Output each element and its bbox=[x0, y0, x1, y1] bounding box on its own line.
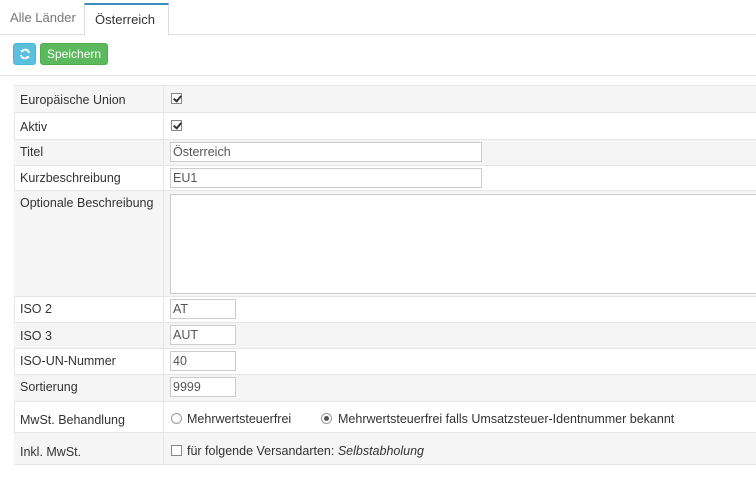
title-label: Titel bbox=[20, 145, 44, 159]
iso3-input[interactable] bbox=[170, 325, 236, 345]
title-value-cell bbox=[163, 140, 482, 165]
vat-option-1-label[interactable]: Mehrwertsteuerfrei bbox=[187, 412, 291, 426]
iso3-label: ISO 3 bbox=[20, 329, 52, 343]
isoun-value-cell bbox=[163, 349, 236, 374]
vat-option-2-radio[interactable] bbox=[321, 413, 332, 424]
isoun-label: ISO-UN-Nummer bbox=[20, 354, 116, 368]
iso-un-number-input[interactable] bbox=[170, 351, 236, 371]
inclvat-text-main: für folgende Versandarten: bbox=[187, 444, 335, 458]
sort-value-cell bbox=[163, 375, 236, 401]
inclvat-label: Inkl. MwSt. bbox=[20, 445, 82, 459]
form-row-vat: MwSt. Behandlung Mehrwertsteuerfrei Mehr… bbox=[14, 402, 756, 433]
form-row-title: Titel bbox=[14, 140, 756, 166]
eu-value-cell bbox=[163, 86, 182, 112]
form-row-desc: Optionale Beschreibung bbox=[14, 191, 756, 297]
vat-label: MwSt. Behandlung bbox=[20, 413, 125, 427]
iso3-value-cell bbox=[163, 323, 236, 348]
short-label: Kurzbeschreibung bbox=[20, 171, 121, 185]
inclvat-checkbox[interactable] bbox=[171, 445, 182, 456]
eu-label: Europäische Union bbox=[20, 93, 126, 107]
inclvat-value-cell: für folgende Versandarten: Selbstabholun… bbox=[163, 433, 424, 464]
desc-label: Optionale Beschreibung bbox=[20, 196, 154, 210]
short-description-input[interactable] bbox=[170, 168, 482, 188]
form-row-sort: Sortierung bbox=[14, 375, 756, 402]
iso2-input[interactable] bbox=[170, 299, 236, 319]
save-button[interactable]: Speichern bbox=[40, 43, 109, 65]
desc-value-cell bbox=[163, 191, 756, 296]
inclvat-text: für folgende Versandarten: Selbstabholun… bbox=[187, 444, 424, 458]
active-label: Aktiv bbox=[20, 120, 48, 134]
sort-label: Sortierung bbox=[20, 380, 78, 394]
refresh-icon bbox=[19, 48, 30, 60]
form-row-short: Kurzbeschreibung bbox=[14, 166, 756, 191]
sort-order-input[interactable] bbox=[170, 377, 236, 397]
active-value-cell bbox=[163, 113, 182, 139]
toolbar-divider bbox=[0, 75, 756, 76]
form-row-eu: Europäische Union bbox=[14, 86, 756, 113]
inclvat-shipping-method: Selbstabholung bbox=[337, 444, 424, 458]
form-row-active: Aktiv bbox=[14, 113, 756, 140]
form-row-iso2: ISO 2 bbox=[14, 297, 756, 323]
vat-option-1-radio[interactable] bbox=[171, 413, 182, 424]
tab-alle-laender[interactable]: Alle Länder bbox=[0, 3, 86, 35]
vat-value-cell: Mehrwertsteuerfrei Mehrwertsteuerfrei fa… bbox=[163, 402, 674, 432]
iso2-label: ISO 2 bbox=[20, 302, 52, 316]
title-input[interactable] bbox=[170, 142, 482, 162]
tab-oesterreich[interactable]: Österreich bbox=[84, 3, 169, 36]
tab-bar: Alle Länder Österreich bbox=[0, 0, 756, 36]
iso2-value-cell bbox=[163, 297, 236, 322]
active-checkbox[interactable] bbox=[171, 120, 182, 131]
short-value-cell bbox=[163, 166, 482, 190]
form-row-inclvat: Inkl. MwSt. für folgende Versandarten: S… bbox=[14, 433, 756, 465]
eu-checkbox[interactable] bbox=[171, 93, 182, 104]
vat-option-2-label[interactable]: Mehrwertsteuerfrei falls Umsatzsteuer-Id… bbox=[338, 412, 674, 426]
form-row-isoun: ISO-UN-Nummer bbox=[14, 349, 756, 375]
refresh-button[interactable] bbox=[13, 43, 36, 65]
description-textarea[interactable] bbox=[170, 194, 756, 294]
form-row-iso3: ISO 3 bbox=[14, 323, 756, 349]
